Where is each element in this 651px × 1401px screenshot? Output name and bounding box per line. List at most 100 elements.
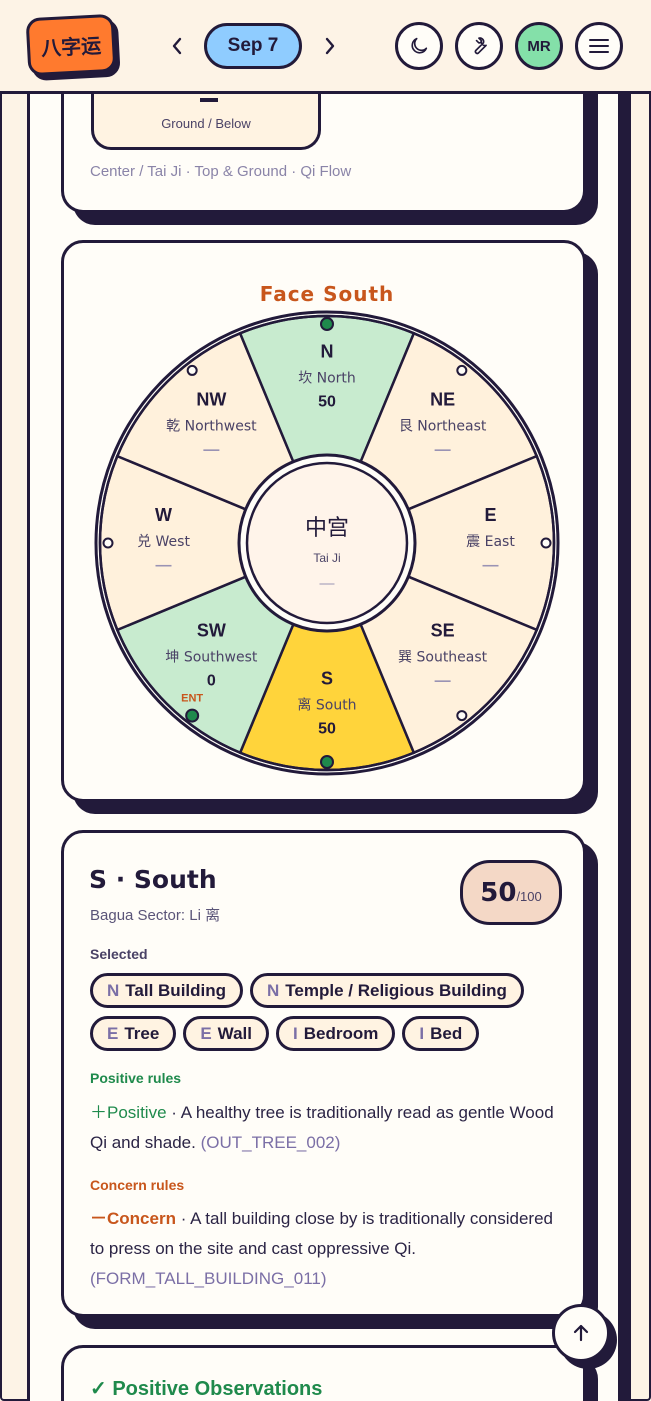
app-header: 八字运 Sep 7 MR bbox=[0, 0, 651, 94]
ground-below-label: Ground / Below bbox=[161, 116, 251, 131]
concern-rule-kind: －Concern bbox=[90, 1209, 176, 1228]
center-score: — bbox=[320, 575, 335, 592]
nw-marker bbox=[186, 364, 198, 376]
se-marker bbox=[456, 710, 468, 722]
prev-day-button[interactable] bbox=[165, 30, 189, 62]
sector-code: SE bbox=[431, 621, 455, 641]
e-marker bbox=[540, 537, 552, 549]
sector-code: NW bbox=[196, 389, 226, 409]
chip-label: Bed bbox=[430, 1023, 463, 1043]
arrow-up-icon bbox=[573, 1324, 589, 1342]
concern-rule-code: (FORM_TALL_BUILDING_011) bbox=[90, 1269, 327, 1288]
sector-name: 坤 Southwest bbox=[165, 650, 257, 666]
selected-chip-list: N Tall Building N Temple / Religious Buildi… bbox=[90, 973, 560, 1051]
sector-score-max: /100 bbox=[516, 889, 542, 904]
menu-icon bbox=[589, 39, 609, 53]
sector-title: S · South bbox=[89, 865, 217, 894]
positive-observations-title: ✓ Positive Observations bbox=[90, 1378, 323, 1400]
chip-label: Wall bbox=[217, 1023, 252, 1043]
selected-chip[interactable]: I Bed bbox=[402, 1016, 480, 1051]
center-subtitle: Tai Ji bbox=[313, 551, 340, 565]
sector-name: 坎 North bbox=[298, 371, 356, 387]
current-date: Sep 7 bbox=[227, 35, 279, 56]
chip-label: Tall Building bbox=[125, 980, 227, 1000]
sector-score: 0 bbox=[207, 673, 216, 690]
center-hub[interactable]: 中宫 Tai Ji — bbox=[245, 461, 409, 625]
sector-score: — bbox=[203, 441, 219, 458]
sector-code: W bbox=[155, 505, 172, 525]
observations-card: ✓ Positive Observations bbox=[61, 1345, 586, 1401]
sector-name: 艮 Northeast bbox=[399, 418, 487, 434]
sector-code: NE bbox=[430, 389, 455, 409]
date-picker-button[interactable]: Sep 7 bbox=[204, 23, 302, 69]
positive-rule-kind: ＋Positive bbox=[90, 1103, 167, 1122]
sector-score: — bbox=[483, 557, 499, 574]
south-marker bbox=[320, 755, 334, 769]
sector-score: 50 bbox=[318, 394, 336, 411]
chip-category-tag: N bbox=[107, 980, 120, 1000]
chevron-right-icon bbox=[325, 37, 335, 55]
ne-marker bbox=[456, 364, 468, 376]
moon-icon bbox=[411, 37, 428, 54]
positive-rule-code: (OUT_TREE_002) bbox=[200, 1133, 341, 1152]
scrollbar-track[interactable] bbox=[621, 94, 631, 1401]
compass-card: Face South S 离 South 50 SW 坤 Southwest 0 W 兑 Wes… bbox=[61, 240, 586, 802]
chip-label: Bedroom bbox=[303, 1023, 379, 1043]
selected-chip[interactable]: E Wall bbox=[183, 1016, 269, 1051]
user-avatar-button[interactable]: MR bbox=[515, 22, 563, 70]
chip-category-tag: I bbox=[293, 1023, 298, 1043]
sector-score: — bbox=[435, 673, 451, 690]
app-logo[interactable]: 八字运 bbox=[25, 13, 117, 77]
sector-detail-card: S · South Bagua Sector: Li 离 50 /100 Sel… bbox=[61, 830, 586, 1317]
logo-text: 八字运 bbox=[40, 32, 102, 61]
sector-subtitle: Bagua Sector: Li 离 bbox=[90, 907, 221, 924]
chip-category-tag: E bbox=[200, 1023, 212, 1043]
sector-name: 乾 Northwest bbox=[166, 418, 257, 434]
sector-score-badge: 50 /100 bbox=[460, 860, 562, 925]
chip-label: Temple / Religious Building bbox=[285, 980, 507, 1000]
sector-score: 50 bbox=[480, 878, 517, 908]
sector-code: S bbox=[321, 669, 333, 689]
sector-score: 50 bbox=[318, 721, 336, 738]
selected-label: Selected bbox=[90, 946, 148, 962]
next-day-button[interactable] bbox=[318, 30, 342, 62]
chip-label: Tree bbox=[124, 1023, 160, 1043]
selected-chip[interactable]: E Tree bbox=[90, 1016, 177, 1051]
sector-name: 震 East bbox=[466, 534, 515, 550]
center-title: 中宫 bbox=[305, 516, 349, 541]
concern-rules-heading: Concern rules bbox=[90, 1177, 185, 1193]
bagua-compass: Face South S 离 South 50 SW 坤 Southwest 0 W 兑 Wes… bbox=[94, 282, 560, 776]
chip-category-tag: I bbox=[419, 1023, 425, 1043]
ground-score-dash bbox=[200, 98, 218, 102]
ground-card-footer: Center / Tai Ji · Top & Ground · Qi Flow bbox=[90, 163, 352, 180]
facing-label: Face South bbox=[260, 282, 395, 306]
menu-button[interactable] bbox=[575, 22, 623, 70]
chip-category-tag: E bbox=[107, 1023, 119, 1043]
center-hub-inner[interactable] bbox=[245, 461, 409, 625]
sector-name: 巽 Southeast bbox=[398, 650, 488, 666]
entrance-marker bbox=[185, 708, 200, 723]
chip-category-tag: N bbox=[267, 980, 280, 1000]
tools-button[interactable] bbox=[455, 22, 503, 70]
positive-rules-heading: Positive rules bbox=[90, 1070, 182, 1086]
scroll-to-top-button[interactable] bbox=[552, 1304, 610, 1362]
sector-code: SW bbox=[197, 621, 226, 641]
selected-chip[interactable]: N Temple / Religious Building bbox=[250, 973, 524, 1008]
w-marker bbox=[102, 537, 114, 549]
sector-name: 兑 West bbox=[137, 534, 190, 550]
sector-code: N bbox=[321, 342, 334, 362]
north-marker bbox=[320, 317, 334, 331]
sector-code: E bbox=[484, 505, 496, 525]
sector-score: — bbox=[156, 557, 172, 574]
entrance-label: ENT bbox=[181, 693, 203, 705]
selected-chip[interactable]: N Tall Building bbox=[90, 973, 244, 1008]
concern-rule: －Concern · A tall building close by is t… bbox=[90, 1204, 560, 1294]
positive-rule: ＋Positive · A healthy tree is traditiona… bbox=[90, 1098, 560, 1158]
theme-toggle-button[interactable] bbox=[395, 22, 443, 70]
avatar-initials: MR bbox=[527, 37, 551, 55]
selected-chip[interactable]: I Bedroom bbox=[276, 1016, 396, 1051]
chevron-left-icon bbox=[172, 37, 182, 55]
wrench-icon bbox=[474, 37, 487, 55]
sector-name: 离 South bbox=[297, 697, 356, 714]
sector-score: — bbox=[435, 441, 451, 458]
